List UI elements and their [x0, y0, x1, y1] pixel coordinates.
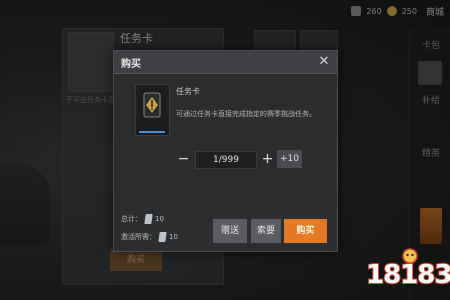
required-cost-row: 激活所需： 10 — [121, 232, 178, 242]
total-cost-row: 总计： 10 — [121, 214, 164, 224]
currency-icon — [158, 232, 167, 242]
exclamation-card-icon — [143, 92, 161, 118]
quantity-decrease-button[interactable]: − — [176, 150, 191, 168]
total-label: 总计： — [121, 215, 142, 223]
required-value: 10 — [169, 233, 178, 241]
dialog-header: 购买 ✕ — [114, 51, 337, 74]
item-icon-frame — [135, 84, 170, 136]
request-button[interactable]: 索要 — [251, 219, 281, 243]
quantity-increase-button[interactable]: + — [260, 150, 275, 168]
item-name: 任务卡 — [176, 87, 200, 96]
currency-icon — [144, 214, 153, 224]
buy-button[interactable]: 购买 — [284, 219, 327, 243]
watermark-logo: 18183 — [362, 246, 450, 296]
dialog-title: 购买 — [121, 59, 141, 70]
quantity-field[interactable]: 1/999 — [195, 151, 257, 169]
close-icon[interactable]: ✕ — [317, 55, 331, 69]
gift-button[interactable]: 赠送 — [213, 219, 247, 243]
purchase-dialog: 购买 ✕ 任务卡 可通过任务卡直接完成指定的赛季挑战任务。 − 1/999 + … — [113, 50, 338, 252]
watermark-text: 18183 — [365, 259, 450, 291]
quantity-add-ten-button[interactable]: +10 — [277, 150, 302, 168]
total-value: 10 — [155, 215, 164, 223]
item-rarity-bar — [139, 131, 165, 133]
required-label: 激活所需： — [121, 233, 156, 241]
game-screen: 任务卡 不可由任务卡直接完成 购买 260 250 商城 卡包 补给 精英 购买… — [0, 0, 450, 300]
item-description: 可通过任务卡直接完成指定的赛季挑战任务。 — [176, 110, 316, 118]
